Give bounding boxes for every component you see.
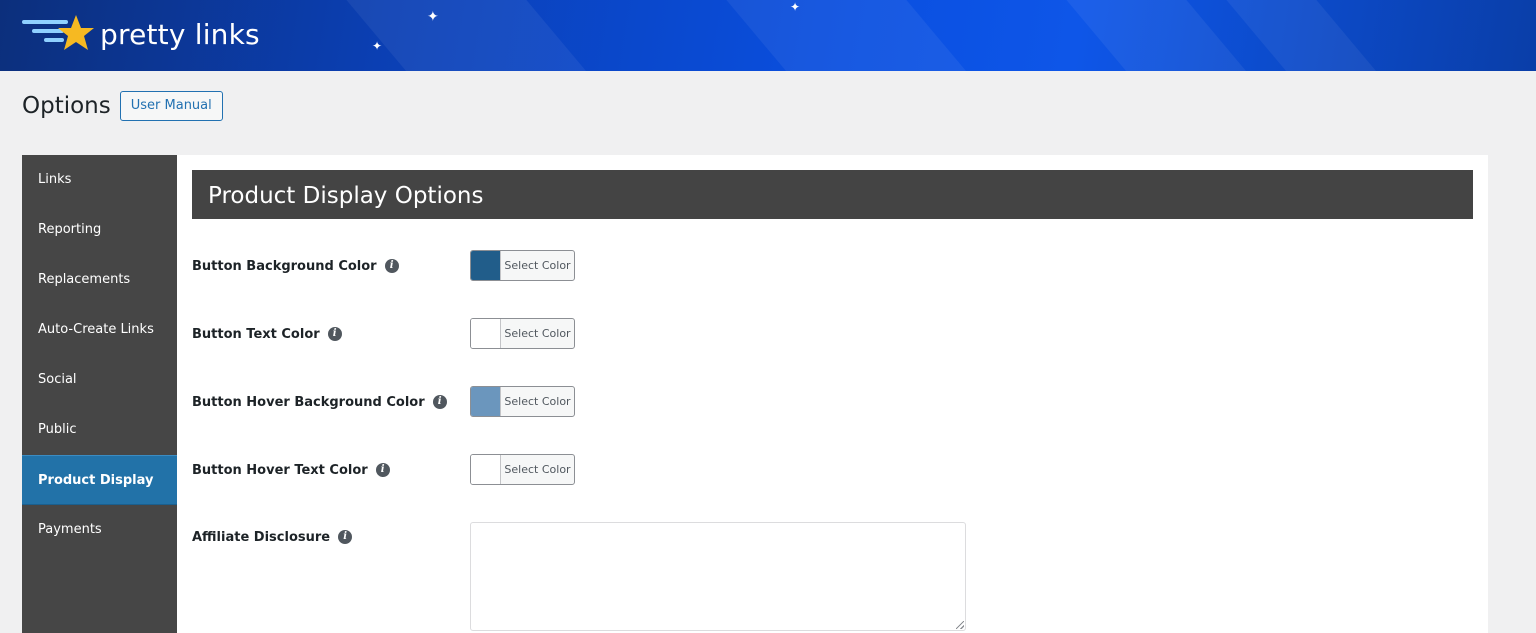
button-hover-background-color-picker[interactable]: Select Color bbox=[470, 386, 575, 417]
sidebar-item-payments[interactable]: Payments bbox=[22, 505, 177, 555]
brand-logo[interactable]: pretty links bbox=[22, 12, 260, 56]
sidebar-item-auto-create-links[interactable]: Auto-Create Links bbox=[22, 305, 177, 355]
header-stripe bbox=[709, 0, 991, 71]
button-text-color-picker[interactable]: Select Color bbox=[470, 318, 575, 349]
sparkle-icon: ✦ bbox=[790, 0, 801, 14]
sidebar-item-social[interactable]: Social bbox=[22, 355, 177, 405]
option-label: Button Hover Text Color i bbox=[192, 460, 390, 480]
header-stripe bbox=[329, 0, 611, 71]
info-icon[interactable]: i bbox=[338, 530, 353, 544]
title-row: Options User Manual bbox=[22, 91, 223, 121]
color-swatch bbox=[471, 387, 501, 416]
select-color-label: Select Color bbox=[504, 259, 571, 272]
options-sidebar: Links Reporting Replacements Auto-Create… bbox=[22, 155, 177, 633]
select-color-label: Select Color bbox=[504, 327, 571, 340]
options-panel: Links Reporting Replacements Auto-Create… bbox=[22, 155, 1488, 633]
info-icon[interactable]: i bbox=[327, 327, 342, 341]
app-header: pretty links ✦ ✦ ✦ bbox=[0, 0, 1536, 71]
brand-name: pretty links bbox=[100, 17, 260, 51]
select-color-label: Select Color bbox=[504, 463, 571, 476]
button-background-color-picker[interactable]: Select Color bbox=[470, 250, 575, 281]
select-color-label: Select Color bbox=[504, 395, 571, 408]
info-icon[interactable]: i bbox=[384, 259, 399, 273]
options-content: Product Display Options Button Backgroun… bbox=[192, 170, 1473, 631]
option-label-text: Affiliate Disclosure bbox=[192, 529, 331, 545]
sparkle-icon: ✦ bbox=[372, 39, 383, 53]
affiliate-disclosure-textarea[interactable] bbox=[470, 522, 966, 631]
star-logo-icon bbox=[22, 15, 94, 50]
user-manual-button[interactable]: User Manual bbox=[119, 91, 223, 121]
sparkle-icon: ✦ bbox=[427, 9, 439, 25]
option-label-text: Button Background Color bbox=[192, 258, 377, 274]
sidebar-item-links[interactable]: Links bbox=[22, 155, 177, 205]
section-title: Product Display Options bbox=[192, 170, 1473, 219]
color-swatch bbox=[471, 455, 501, 484]
sidebar-item-product-display[interactable]: Product Display bbox=[22, 455, 177, 505]
resize-grip-icon bbox=[956, 621, 964, 629]
color-swatch bbox=[471, 319, 501, 348]
sidebar-item-replacements[interactable]: Replacements bbox=[22, 255, 177, 305]
header-stripe bbox=[1209, 0, 1401, 71]
button-hover-text-color-picker[interactable]: Select Color bbox=[470, 454, 575, 485]
option-label: Button Background Color i bbox=[192, 256, 399, 276]
option-label: Button Text Color i bbox=[192, 324, 342, 344]
sidebar-item-reporting[interactable]: Reporting bbox=[22, 205, 177, 255]
option-label-text: Button Text Color bbox=[192, 326, 320, 342]
sidebar-item-public[interactable]: Public bbox=[22, 405, 177, 455]
textarea-resize-handle[interactable] bbox=[956, 621, 966, 631]
option-label-text: Button Hover Background Color bbox=[192, 394, 425, 410]
info-icon[interactable]: i bbox=[375, 463, 390, 477]
option-label: Affiliate Disclosure i bbox=[192, 527, 353, 547]
option-label: Button Hover Background Color i bbox=[192, 392, 447, 412]
info-icon[interactable]: i bbox=[432, 395, 447, 409]
page-title: Options bbox=[22, 93, 111, 119]
color-swatch bbox=[471, 251, 501, 280]
option-label-text: Button Hover Text Color bbox=[192, 462, 368, 478]
